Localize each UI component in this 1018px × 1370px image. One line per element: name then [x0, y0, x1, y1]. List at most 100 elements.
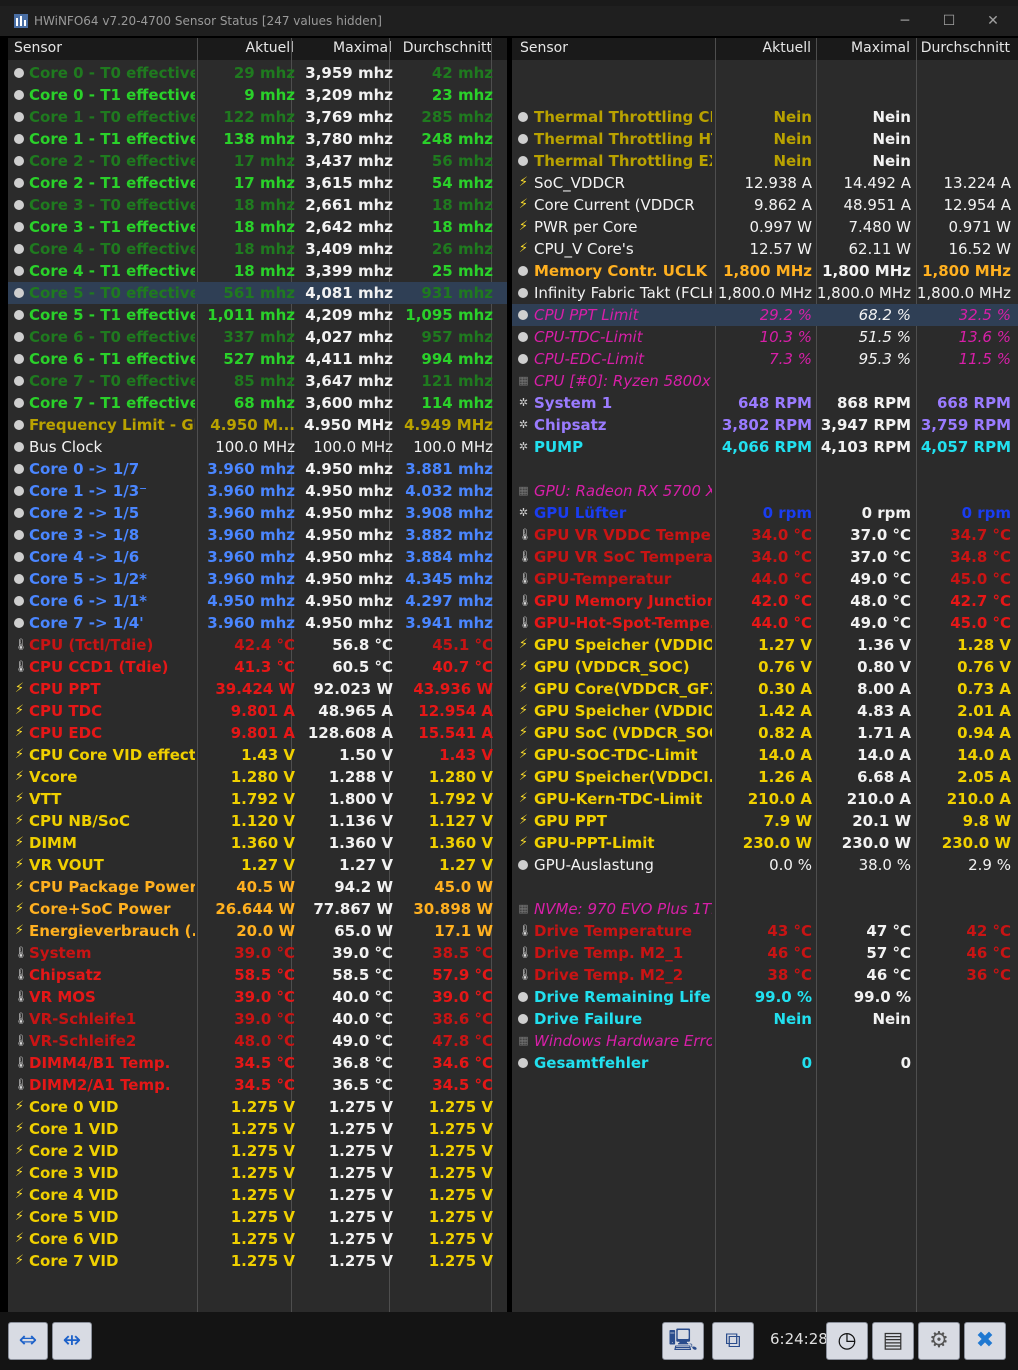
table-row[interactable]: ⚡ GPU Speicher (VDDIO) 1.42 A 4.83 A 2.01 A: [512, 700, 1018, 722]
expand-arrows-icon[interactable]: ⇔: [8, 1322, 48, 1360]
table-row[interactable]: Core 3 - T0 effective 18 mhz 2,661 mhz 18 m…: [8, 194, 507, 216]
table-row[interactable]: 🌡 CPU CCD1 (Tdie) 41.3 °C 60.5 °C 40.7 °C: [8, 656, 507, 678]
table-row[interactable]: Memory Contr. UCLK 1,800 MHz 1,800 MHz 1,80…: [512, 260, 1018, 282]
table-row[interactable]: ⚡ GPU Speicher (VDDIO) 1.27 V 1.36 V 1.28 V: [512, 634, 1018, 656]
table-row[interactable]: ⚡ DIMM 1.360 V 1.360 V 1.360 V: [8, 832, 507, 854]
table-row[interactable]: Core 5 -> 1/2* 3.960 mhz 4.950 mhz 4.345 mh…: [8, 568, 507, 590]
collapse-arrows-icon[interactable]: ⇹: [52, 1322, 92, 1360]
table-row[interactable]: Core 5 - T0 effective 561 mhz 4,081 mhz 931…: [8, 282, 507, 304]
table-row[interactable]: Core 0 -> 1/7 3.960 mhz 4.950 mhz 3.881 mhz: [8, 458, 507, 480]
col-header-current[interactable]: Aktuell: [763, 40, 811, 56]
table-row[interactable]: ⚡ GPU-PPT-Limit 230.0 W 230.0 W 230.0 W: [512, 832, 1018, 854]
table-row[interactable]: Core 1 -> 1/3⁻ 3.960 mhz 4.950 mhz 4.032 mh…: [8, 480, 507, 502]
col-header-current[interactable]: Aktuell: [246, 40, 294, 56]
table-row[interactable]: Core 1 - T0 effective 122 mhz 3,769 mhz 285…: [8, 106, 507, 128]
table-row[interactable]: ⚡ Core 5 VID 1.275 V 1.275 V 1.275 V: [8, 1206, 507, 1228]
table-row[interactable]: Infinity Fabric Takt (FCLK) 1,800.0 MHz 1,…: [512, 282, 1018, 304]
table-row[interactable]: ▦ Windows Hardware Error...: [512, 1030, 1018, 1052]
table-row[interactable]: 🌡 DIMM2/A1 Temp. 34.5 °C 36.5 °C 34.5 °C: [8, 1074, 507, 1096]
table-row[interactable]: Drive Remaining Life 99.0 % 99.0 %: [512, 986, 1018, 1008]
network-monitor-icon[interactable]: 🖳: [662, 1322, 704, 1360]
table-row[interactable]: Core 2 -> 1/5 3.960 mhz 4.950 mhz 3.908 mhz: [8, 502, 507, 524]
table-row[interactable]: 🌡 VR-Schleife1 39.0 °C 40.0 °C 38.6 °C: [8, 1008, 507, 1030]
table-row[interactable]: 🌡 GPU-Hot-Spot-Tempe... 44.0 °C 49.0 °C 45.0…: [512, 612, 1018, 634]
table-row[interactable]: Drive Failure Nein Nein: [512, 1008, 1018, 1030]
table-row[interactable]: ⚡ CPU EDC 9.801 A 128.608 A 15.541 A: [8, 722, 507, 744]
table-row[interactable]: CPU-EDC-Limit 7.3 % 95.3 % 11.5 %: [512, 348, 1018, 370]
table-row[interactable]: ⚡ CPU_V Core's 12.57 W 62.11 W 16.52 W: [512, 238, 1018, 260]
table-row[interactable]: 🌡 VR MOS 39.0 °C 40.0 °C 39.0 °C: [8, 986, 507, 1008]
table-row[interactable]: 🌡 Drive Temp. M2_1 46 °C 57 °C 46 °C: [512, 942, 1018, 964]
table-row[interactable]: ⚡ Core 3 VID 1.275 V 1.275 V 1.275 V: [8, 1162, 507, 1184]
table-row[interactable]: Frequency Limit - Gl... 4.950 M... 4.950 M…: [8, 414, 507, 436]
col-header-max[interactable]: Maximal: [851, 40, 910, 56]
table-row[interactable]: ⚡ GPU (VDDCR_SOC) 0.76 V 0.80 V 0.76 V: [512, 656, 1018, 678]
table-row[interactable]: 🌡GPU VR VDDC Temper... 34.0 °C 37.0 °C 34.7…: [512, 524, 1018, 546]
table-row[interactable]: ⚡ CPU PPT 39.424 W 92.023 W 43.936 W: [8, 678, 507, 700]
table-row[interactable]: ⚡ GPU PPT 7.9 W 20.1 W 9.8 W: [512, 810, 1018, 832]
table-row[interactable]: Core 2 - T1 effective 17 mhz 3,615 mhz 54 m…: [8, 172, 507, 194]
table-row[interactable]: ⚡ GPU-Kern-TDC-Limit 210.0 A 210.0 A 210.0 A: [512, 788, 1018, 810]
table-row[interactable]: ⚡ GPU SoC (VDDCR_SOC) 0.82 A 1.71 A 0.94 A: [512, 722, 1018, 744]
table-row[interactable]: Core 3 - T1 effective 18 mhz 2,642 mhz 18 m…: [8, 216, 507, 238]
table-row[interactable]: ⚡ Core 6 VID 1.275 V 1.275 V 1.275 V: [8, 1228, 507, 1250]
table-row[interactable]: ⚡ Core+SoC Power 26.644 W 77.867 W 30.898 W: [8, 898, 507, 920]
table-row[interactable]: Core 5 - T1 effective 1,011 mhz 4,209 mhz 1…: [8, 304, 507, 326]
table-row[interactable]: ▦ CPU [#0]: Ryzen 5800x ...: [512, 370, 1018, 392]
table-row[interactable]: CPU PPT Limit 29.2 % 68.2 % 32.5 %: [512, 304, 1018, 326]
close-window-button[interactable]: ✕: [970, 6, 1016, 36]
table-row[interactable]: Core 4 - T1 effective 18 mhz 3,399 mhz 25 m…: [8, 260, 507, 282]
log-add-icon[interactable]: ▤: [872, 1322, 914, 1360]
table-row[interactable]: 🌡 System 39.0 °C 39.0 °C 38.5 °C: [8, 942, 507, 964]
table-row[interactable]: Thermal Throttling HTC Nein Nein: [512, 128, 1018, 150]
table-row[interactable]: 🌡 GPU-Temperatur 44.0 °C 49.0 °C 45.0 °C: [512, 568, 1018, 590]
table-row[interactable]: ⚡ Vcore 1.280 V 1.288 V 1.280 V: [8, 766, 507, 788]
table-row[interactable]: ⚡ GPU Core(VDDCR_GFX) 0.30 A 8.00 A 0.73 A: [512, 678, 1018, 700]
table-row[interactable]: 🌡 Drive Temperature 43 °C 47 °C 42 °C: [512, 920, 1018, 942]
clock-icon[interactable]: ◷: [826, 1322, 868, 1360]
table-row[interactable]: 🌡 GPU VR SoC Tempera... 34.0 °C 37.0 °C 34.8…: [512, 546, 1018, 568]
table-row[interactable]: 🌡 Drive Temp. M2_2 38 °C 46 °C 36 °C: [512, 964, 1018, 986]
table-row[interactable]: Core 6 - T1 effective 527 mhz 4,411 mhz 994…: [8, 348, 507, 370]
table-row[interactable]: Core 4 - T0 effective 18 mhz 3,409 mhz 26 m…: [8, 238, 507, 260]
table-row[interactable]: 🌡 VR-Schleife2 48.0 °C 49.0 °C 47.8 °C: [8, 1030, 507, 1052]
table-row[interactable]: Thermal Throttling CPU Nein Nein: [512, 106, 1018, 128]
table-row[interactable]: Core 2 - T0 effective 17 mhz 3,437 mhz 56 m…: [8, 150, 507, 172]
network-computers-icon[interactable]: ⧉: [712, 1322, 754, 1360]
table-row[interactable]: CPU-TDC-Limit 10.3 % 51.5 % 13.6 %: [512, 326, 1018, 348]
table-row[interactable]: ⚡ CPU Core VID effect. 1.43 V 1.50 V 1.43 V: [8, 744, 507, 766]
table-row[interactable]: Core 7 -> 1/4' 3.960 mhz 4.950 mhz 3.941 mh…: [8, 612, 507, 634]
col-header-sensor[interactable]: Sensor: [520, 40, 568, 56]
col-header-max[interactable]: Maximal: [333, 40, 392, 56]
table-row[interactable]: 🌡 Chipsatz 58.5 °C 58.5 °C 57.9 °C: [8, 964, 507, 986]
table-row[interactable]: GPU-Auslastung 0.0 % 38.0 % 2.9 %: [512, 854, 1018, 876]
table-row[interactable]: ⚡ Core Current (VDDCR 9.862 A 48.951 A 12.95…: [512, 194, 1018, 216]
table-row[interactable]: 🌡 DIMM4/B1 Temp. 34.5 °C 36.8 °C 34.6 °C: [8, 1052, 507, 1074]
minimize-button[interactable]: ─: [882, 6, 928, 36]
table-row[interactable]: ⚡ CPU TDC 9.801 A 48.965 A 12.954 A: [8, 700, 507, 722]
table-row[interactable]: Core 0 - T0 effective 29 mhz 3,959 mhz 42 m…: [8, 62, 507, 84]
table-row[interactable]: Bus Clock 100.0 MHz 100.0 MHz 100.0 MHz: [8, 436, 507, 458]
table-row[interactable]: Core 7 - T0 effective 85 mhz 3,647 mhz 121 …: [8, 370, 507, 392]
col-header-avg[interactable]: Durchschnitt: [921, 40, 1010, 56]
table-row[interactable]: ✲ Chipsatz 3,802 RPM 3,947 RPM 3,759 RPM: [512, 414, 1018, 436]
table-row[interactable]: ⚡ Core 7 VID 1.275 V 1.275 V 1.275 V: [8, 1250, 507, 1272]
table-row[interactable]: ✲ PUMP 4,066 RPM 4,103 RPM 4,057 RPM: [512, 436, 1018, 458]
table-row[interactable]: ⚡ Energieverbrauch (... 20.0 W 65.0 W 17.1 W: [8, 920, 507, 942]
table-row[interactable]: ⚡ Core 0 VID 1.275 V 1.275 V 1.275 V: [8, 1096, 507, 1118]
right-sensor-table[interactable]: Sensor Aktuell Maximal Durchschnitt Ther…: [512, 38, 1018, 1312]
table-row[interactable]: Core 0 - T1 effective 9 mhz 3,209 mhz 23 mh…: [8, 84, 507, 106]
col-header-avg[interactable]: Durchschnitt: [403, 40, 492, 56]
table-row[interactable]: Core 6 -> 1/1* 4.950 mhz 4.950 mhz 4.297 mh…: [8, 590, 507, 612]
table-row[interactable]: Core 6 - T0 effective 337 mhz 4,027 mhz 957…: [8, 326, 507, 348]
table-row[interactable]: ⚡ VR VOUT 1.27 V 1.27 V 1.27 V: [8, 854, 507, 876]
table-row[interactable]: Core 1 - T1 effective 138 mhz 3,780 mhz 248…: [8, 128, 507, 150]
table-row[interactable]: Core 7 - T1 effective 68 mhz 3,600 mhz 114 …: [8, 392, 507, 414]
table-row[interactable]: ⚡ GPU Speicher(VDDCI... 1.26 A 6.68 A 2.05 A: [512, 766, 1018, 788]
table-row[interactable]: ✲ System 1 648 RPM 868 RPM 668 RPM: [512, 392, 1018, 414]
table-row[interactable]: ⚡ PWR per Core 0.997 W 7.480 W 0.971 W: [512, 216, 1018, 238]
table-row[interactable]: Thermal Throttling EXT Nein Nein: [512, 150, 1018, 172]
table-row[interactable]: ⚡ Core 4 VID 1.275 V 1.275 V 1.275 V: [8, 1184, 507, 1206]
left-sensor-table[interactable]: Sensor Aktuell Maximal Durchschnitt Core…: [8, 38, 507, 1312]
table-row[interactable]: ⚡ GPU-SOC-TDC-Limit 14.0 A 14.0 A 14.0 A: [512, 744, 1018, 766]
